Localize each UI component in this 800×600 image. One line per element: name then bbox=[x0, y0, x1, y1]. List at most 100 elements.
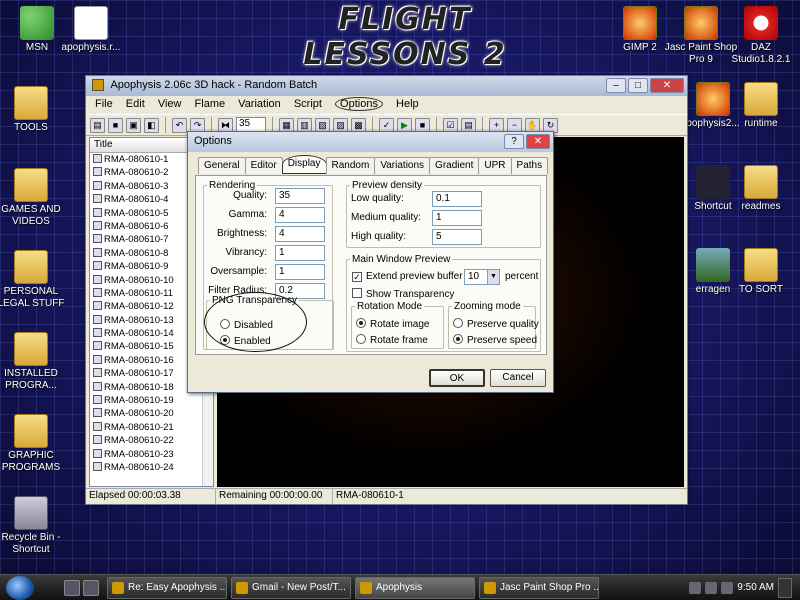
list-item[interactable]: RMA-080610-24 bbox=[90, 461, 213, 474]
window-titlebar[interactable]: Apophysis 2.06c 3D hack - Random Batch –… bbox=[86, 76, 687, 96]
open-icon[interactable]: ▤ bbox=[90, 117, 105, 133]
tab-variations[interactable]: Variations bbox=[374, 157, 431, 174]
network-icon[interactable] bbox=[705, 581, 718, 594]
tab-editor[interactable]: Editor bbox=[244, 157, 283, 174]
desktop-icon-games[interactable]: GAMES AND VIDEOS bbox=[0, 168, 68, 228]
desktop-icon-runtime[interactable]: runtime bbox=[724, 82, 798, 130]
folder-icon bbox=[14, 414, 48, 448]
flame-thumbnail-icon bbox=[93, 261, 102, 271]
list-item[interactable]: RMA-080610-23 bbox=[90, 448, 213, 461]
rendering-field-label: Vibrancy: bbox=[225, 247, 267, 258]
save-icon[interactable]: ■ bbox=[108, 117, 123, 133]
list-item[interactable]: RMA-080610-21 bbox=[90, 421, 213, 434]
menu-edit[interactable]: Edit bbox=[126, 98, 145, 110]
render-icon[interactable]: ◧ bbox=[144, 117, 159, 133]
density-field-input[interactable]: 0.1 bbox=[432, 191, 482, 207]
status-bar: Elapsed 00:00:03.38 Remaining 00:00:00.0… bbox=[86, 488, 687, 504]
rendering-field-input[interactable]: 1 bbox=[275, 245, 325, 261]
flame-thumbnail-icon bbox=[93, 341, 102, 351]
taskbar-button[interactable]: Jasc Paint Shop Pro ... bbox=[479, 576, 599, 599]
flame-thumbnail-icon bbox=[93, 194, 102, 204]
taskbar-button[interactable]: Apophysis bbox=[355, 576, 475, 599]
taskbar-button[interactable]: Re: Easy Apophysis ... bbox=[107, 576, 227, 599]
rendering-field-input[interactable]: 1 bbox=[275, 264, 325, 280]
desktop-icon-to-sort[interactable]: TO SORT bbox=[724, 248, 798, 296]
dialog-help-button[interactable]: ? bbox=[504, 134, 524, 149]
close-button[interactable]: ✕ bbox=[650, 78, 684, 93]
flame-thumbnail-icon bbox=[93, 180, 102, 190]
flame-thumbnail-icon bbox=[93, 220, 102, 230]
tab-random[interactable]: Random bbox=[325, 157, 376, 174]
flame-thumbnail-icon bbox=[93, 328, 102, 338]
menu-flame[interactable]: Flame bbox=[195, 98, 226, 110]
maximize-button[interactable]: □ bbox=[628, 78, 648, 93]
menu-options[interactable]: Options bbox=[335, 97, 383, 111]
menu-help[interactable]: Help bbox=[396, 98, 419, 110]
png-enabled-option[interactable]: Enabled bbox=[220, 335, 271, 347]
rendering-field-input[interactable]: 35 bbox=[275, 188, 325, 204]
radio-selected-icon bbox=[220, 335, 230, 345]
clock[interactable]: 9:50 AM bbox=[737, 582, 774, 593]
desktop-icon-graphic[interactable]: GRAPHIC PROGRAMS bbox=[0, 414, 68, 474]
menu-script[interactable]: Script bbox=[294, 98, 322, 110]
rendering-field-input[interactable]: 4 bbox=[275, 207, 325, 223]
menu-file[interactable]: File bbox=[95, 98, 113, 110]
preserve-quality-option[interactable]: Preserve quality bbox=[453, 318, 539, 330]
tab-gradient[interactable]: Gradient bbox=[429, 157, 480, 174]
rotate-frame-option[interactable]: Rotate frame bbox=[356, 334, 428, 346]
list-item[interactable]: RMA-080610-19 bbox=[90, 394, 213, 407]
extend-unit-label: percent bbox=[505, 271, 539, 282]
display-tab-panel: Rendering Quality: 35 Gamma: 4 Brightness: 4 V… bbox=[195, 175, 547, 355]
show-desktop-button[interactable] bbox=[778, 577, 792, 598]
png-disabled-option[interactable]: Disabled bbox=[220, 319, 273, 331]
extend-preview-checkbox[interactable]: ✓ Extend preview buffer by bbox=[352, 271, 476, 282]
show-desktop-icon[interactable] bbox=[64, 579, 80, 596]
png-legend: PNG Transparency bbox=[212, 295, 298, 306]
show-transparency-checkbox[interactable]: Show Transparency bbox=[352, 288, 454, 300]
system-tray: 9:50 AM bbox=[689, 577, 800, 598]
rotate-image-option[interactable]: Rotate image bbox=[356, 318, 429, 330]
tab-paths[interactable]: Paths bbox=[510, 157, 549, 174]
density-field-input[interactable]: 5 bbox=[432, 229, 482, 245]
taskbar-button[interactable]: Gmail - New Post/T... bbox=[231, 576, 351, 599]
cancel-button[interactable]: Cancel bbox=[490, 369, 546, 387]
list-item[interactable]: RMA-080610-22 bbox=[90, 434, 213, 447]
density-field-input[interactable]: 1 bbox=[432, 210, 482, 226]
menu-view[interactable]: View bbox=[158, 98, 182, 110]
flame-thumbnail-icon bbox=[93, 154, 102, 163]
menu-bar: File Edit View Flame Variation Script Op… bbox=[86, 96, 687, 114]
desktop-icon-tools[interactable]: TOOLS bbox=[0, 86, 68, 134]
list-item[interactable]: RMA-080610-20 bbox=[90, 407, 213, 420]
desktop-icon-apophysis-file[interactable]: apophysis.r... bbox=[54, 6, 128, 54]
desktop-icon-daz-studio[interactable]: DAZ Studio1.8.2.1 bbox=[724, 6, 798, 66]
desktop-icon-personal[interactable]: PERSONAL LEGAL STUFF bbox=[0, 250, 68, 310]
start-button[interactable] bbox=[6, 575, 34, 600]
desktop-icon-readmes[interactable]: readmes bbox=[724, 165, 798, 213]
tab-general[interactable]: General bbox=[198, 157, 246, 174]
tab-upr[interactable]: UPR bbox=[478, 157, 512, 174]
preserve-speed-option[interactable]: Preserve speed bbox=[453, 334, 537, 346]
flame-thumbnail-icon bbox=[93, 448, 102, 458]
flame-thumbnail-icon bbox=[93, 167, 102, 177]
undo-icon[interactable]: ↶ bbox=[172, 117, 187, 133]
msn-icon bbox=[20, 6, 54, 40]
status-current: RMA-080610-1 bbox=[336, 490, 404, 501]
flame-thumbnail-icon bbox=[93, 234, 102, 244]
desktop-icon-installed[interactable]: INSTALLED PROGRA... bbox=[0, 332, 68, 392]
tab-display[interactable]: Display bbox=[281, 155, 327, 174]
switch-windows-icon[interactable] bbox=[83, 579, 99, 596]
rendering-field-input[interactable]: 4 bbox=[275, 226, 325, 242]
desktop-icon-recycle-bin[interactable]: Recycle Bin - Shortcut bbox=[0, 496, 68, 556]
minimize-button[interactable]: – bbox=[606, 78, 626, 93]
save-all-icon[interactable]: ▣ bbox=[126, 117, 141, 133]
extend-preview-select[interactable]: 10 ▼ bbox=[464, 269, 500, 285]
dialog-close-button[interactable]: ✕ bbox=[526, 134, 550, 149]
volume-icon[interactable] bbox=[721, 581, 734, 594]
quick-launch bbox=[64, 579, 99, 596]
ok-button[interactable]: OK bbox=[429, 369, 485, 387]
flame-thumbnail-icon bbox=[93, 421, 102, 431]
dialog-titlebar[interactable]: Options ? ✕ bbox=[188, 132, 553, 152]
tray-icon[interactable] bbox=[689, 581, 702, 594]
flame-thumbnail-icon bbox=[93, 207, 102, 217]
menu-variation[interactable]: Variation bbox=[238, 98, 281, 110]
